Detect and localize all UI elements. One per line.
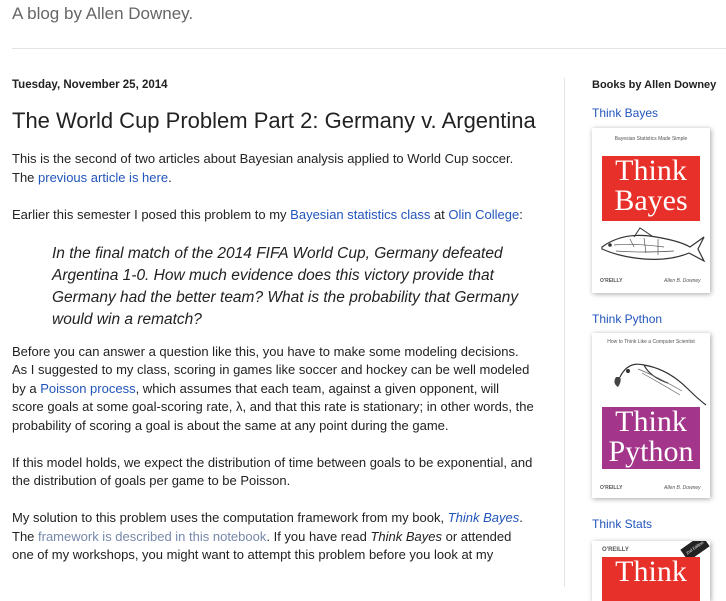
post-body: This is the second of two articles about… xyxy=(12,150,534,583)
book-cover-think-stats[interactable]: O'REILLY 2nd Edition Think xyxy=(592,541,710,601)
post-title[interactable]: The World Cup Problem Part 2: Germany v.… xyxy=(12,108,536,134)
header-divider xyxy=(12,48,726,49)
book-link-think-python[interactable]: Think Python xyxy=(592,312,662,326)
think-bayes-link[interactable]: Think Bayes xyxy=(448,510,520,525)
sidebar-divider xyxy=(564,78,565,587)
cover-band: Think xyxy=(602,557,700,601)
sidebar-title: Books by Allen Downey xyxy=(592,79,717,91)
previous-article-link[interactable]: previous article is here xyxy=(38,170,168,185)
fish-illustration-icon xyxy=(601,227,706,263)
book-cover-think-bayes[interactable]: Bayesian Statistics Made Simple Think Ba… xyxy=(592,128,710,293)
framework-notebook-link[interactable]: framework is described in this notebook xyxy=(38,529,266,544)
book-link-think-stats[interactable]: Think Stats xyxy=(592,517,652,531)
paragraph-intro: This is the second of two articles about… xyxy=(12,151,514,185)
blog-tagline: A blog by Allen Downey. xyxy=(12,4,194,23)
paragraph-distribution: If this model holds, we expect the distr… xyxy=(12,454,533,489)
paragraph-modeling: Before you can answer a question like th… xyxy=(12,343,534,433)
parrot-illustration-icon xyxy=(614,363,707,406)
olin-college-link[interactable]: Olin College xyxy=(448,207,519,222)
cover-band: Think Python xyxy=(602,407,700,469)
paragraph-solution: My solution to this problem uses the com… xyxy=(12,510,523,562)
book-cover-think-python[interactable]: How to Think Like a Computer Scientist T… xyxy=(592,333,710,498)
problem-quote: In the final match of the 2014 FIFA Worl… xyxy=(52,244,519,328)
bayesian-class-link[interactable]: Bayesian statistics class xyxy=(290,207,430,222)
post-date: Tuesday, November 25, 2014 xyxy=(12,79,168,91)
cover-band: Think Bayes xyxy=(602,156,700,221)
book-link-think-bayes[interactable]: Think Bayes xyxy=(592,106,658,120)
poisson-process-link[interactable]: Poisson process xyxy=(40,381,135,396)
paragraph-problem-intro: Earlier this semester I posed this probl… xyxy=(12,206,523,222)
